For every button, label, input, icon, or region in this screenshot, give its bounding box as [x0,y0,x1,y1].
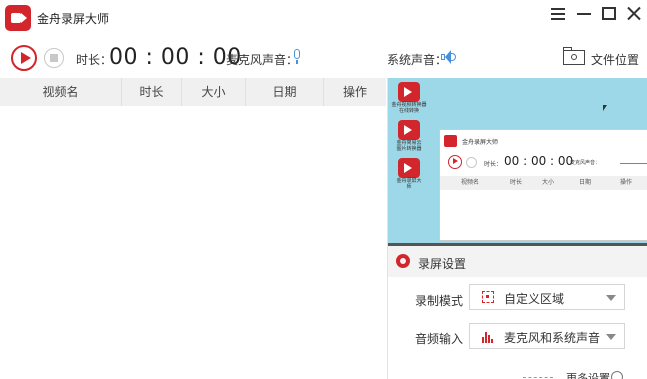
column-header-date[interactable]: 日期 [246,78,324,106]
audio-input-label: 音频输入 [415,332,464,346]
divider [523,377,553,378]
preview-duration-label: 时长： [484,161,503,168]
chevron-down-icon[interactable] [606,295,616,301]
video-list: 视频名 时长 大小 日期 操作 [0,78,386,379]
desktop-shortcut-icon [398,120,420,140]
record-mode-select[interactable]: 自定义区域 [469,284,625,310]
speaker-icon[interactable] [441,50,457,64]
custom-area-icon [482,291,494,303]
file-location-button[interactable]: 文件位置 [591,51,639,68]
preview-column-header: 大小 [541,179,554,186]
toolbar: 时长： 00 : 00 : 00 麦克风声音： 系统声音： 文件位置 [0,36,647,99]
system-volume-label: 系统声音： [387,53,448,67]
mic-volume-label: 麦克风声音： [226,53,299,67]
record-mode-label: 录制模式 [415,294,464,308]
more-settings-button[interactable]: 更多设置 [566,370,610,379]
app-title: 金舟录屏大师 [37,12,110,26]
column-header-name[interactable]: 视频名 [0,78,122,106]
record-settings-header: 录屏设置 [388,243,647,277]
audio-input-select[interactable]: 麦克风和系统声音 [469,323,625,349]
menu-icon[interactable] [546,3,570,25]
column-header-size[interactable]: 大小 [182,78,246,106]
record-settings-title: 录屏设置 [418,257,467,271]
record-mode-value: 自定义区域 [504,292,565,306]
settings-icon[interactable] [611,371,623,379]
preview-column-header: 视频名 [460,179,479,186]
desktop-shortcut-label: 金舟视频转换器 在线转换 [391,102,427,114]
chevron-down-icon[interactable] [606,334,616,340]
desktop-shortcut-icon [398,158,420,178]
stop-button[interactable] [44,48,64,68]
folder-location-icon[interactable] [563,47,585,65]
record-icon [448,155,462,169]
desktop-shortcut-label: 金舟简易云 图片转换器 [396,140,422,152]
screen-preview: 金舟视频转换器 在线转换 金舟简易云 图片转换器 金舟录屏大 师 金舟录屏大师 … [388,78,647,243]
close-icon[interactable] [622,3,646,25]
record-button[interactable] [11,45,37,71]
list-header: 视频名 时长 大小 日期 操作 [0,78,386,106]
app-window: 金舟录屏大师 时长： 00 : 00 : 00 麦克风声音： 系统声音： 文件位… [0,0,647,379]
right-panel: 金舟视频转换器 在线转换 金舟简易云 图片转换器 金舟录屏大 师 金舟录屏大师 … [387,78,647,379]
duration-label: 时长： [76,53,113,67]
cursor-icon [603,105,607,111]
stop-icon [466,157,477,168]
preview-column-header: 时长 [509,179,522,186]
column-header-actions[interactable]: 操作 [324,78,386,106]
preview-timer: 00 : 00 : 00 [504,154,574,168]
app-logo-icon [5,5,31,31]
record-timer: 00 : 00 : 00 [109,45,242,70]
preview-app-title: 金舟录屏大师 [462,139,499,146]
desktop-shortcut-label: 金舟录屏大 师 [396,178,422,190]
maximize-icon[interactable] [597,3,621,25]
preview-app-window: 金舟录屏大师 时长： 00 : 00 : 00 麦克风声音： 视频名 时长 大小… [439,129,647,241]
audio-wave-icon [482,331,494,343]
minimize-icon[interactable] [572,3,596,25]
preview-mic-label: 麦克风声音： [570,160,601,166]
preview-column-header: 操作 [619,179,632,186]
gear-icon [396,254,410,268]
desktop-shortcut-icon [398,82,420,102]
title-bar: 金舟录屏大师 [0,0,647,36]
microphone-icon[interactable] [292,49,302,65]
preview-list-header: 视频名 时长 大小 日期 操作 [440,176,647,190]
app-logo-icon [444,135,457,147]
audio-input-value: 麦克风和系统声音 [504,331,601,345]
column-header-duration[interactable]: 时长 [122,78,182,106]
preview-column-header: 日期 [578,179,591,186]
preview-mic-slider [620,163,647,164]
